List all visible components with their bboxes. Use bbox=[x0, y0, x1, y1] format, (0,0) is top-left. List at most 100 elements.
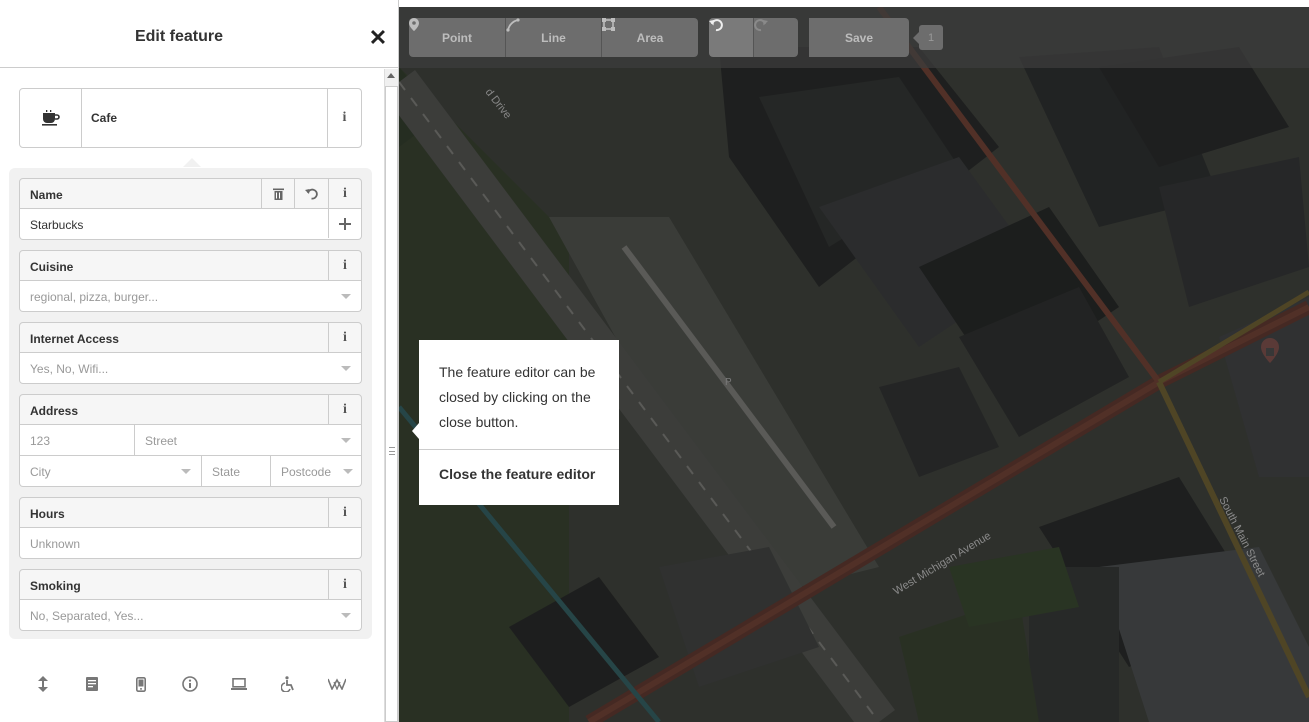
chevron-down-icon bbox=[181, 469, 191, 474]
field-label: Name bbox=[30, 188, 63, 202]
field-info-button[interactable]: i bbox=[328, 498, 361, 527]
trash-icon bbox=[272, 188, 284, 200]
undo-field-button[interactable] bbox=[294, 179, 327, 208]
street-combo[interactable]: Street bbox=[135, 425, 361, 455]
close-button[interactable]: ✕ bbox=[364, 24, 392, 52]
scrollbar-thumb[interactable] bbox=[385, 86, 398, 722]
field-internet-access: Internet Access i Yes, No, Wifi... bbox=[19, 322, 362, 384]
save-button[interactable]: Save bbox=[809, 18, 909, 57]
housenumber-input[interactable]: 123 bbox=[20, 425, 135, 455]
smoking-combo[interactable]: No, Separated, Yes... bbox=[19, 600, 362, 631]
add-localized-name-button[interactable] bbox=[328, 209, 361, 238]
info-icon: i bbox=[343, 401, 347, 417]
field-name: Name i Starbucks bbox=[19, 178, 362, 240]
laptop-icon[interactable] bbox=[224, 669, 254, 699]
field-label-bar: Address i bbox=[19, 394, 362, 425]
walkthrough-tooltip: The feature editor can be closed by clic… bbox=[412, 340, 619, 505]
point-marker-icon bbox=[409, 18, 419, 31]
field-smoking: Smoking i No, Separated, Yes... bbox=[19, 569, 362, 631]
field-hours: Hours i Unknown bbox=[19, 497, 362, 559]
close-icon: ✕ bbox=[368, 25, 388, 50]
delete-field-button[interactable] bbox=[261, 179, 294, 208]
area-label: Area bbox=[636, 30, 664, 45]
info-circle-icon[interactable] bbox=[175, 669, 205, 699]
edit-count-badge: 1 bbox=[913, 25, 943, 50]
cuisine-placeholder: regional, pizza, burger... bbox=[30, 290, 159, 304]
field-label: Hours bbox=[30, 507, 65, 521]
preset-info-button[interactable]: i bbox=[327, 89, 361, 147]
undo-button[interactable] bbox=[709, 18, 753, 57]
info-icon: i bbox=[343, 257, 347, 273]
state-input[interactable]: State bbox=[202, 456, 271, 486]
save-label: Save bbox=[844, 30, 874, 45]
hours-input[interactable]: Unknown bbox=[19, 528, 362, 559]
field-address: Address i 123 Street City State Postcode bbox=[19, 394, 362, 487]
preset-label: Cafe bbox=[91, 111, 118, 125]
info-icon: i bbox=[343, 185, 347, 201]
point-label: Point bbox=[442, 30, 472, 45]
postcode-combo[interactable]: Postcode bbox=[271, 456, 361, 486]
cafe-cup-icon bbox=[20, 89, 82, 147]
line-label: Line bbox=[541, 30, 566, 45]
city-combo[interactable]: City bbox=[20, 456, 202, 486]
undo-icon bbox=[304, 188, 318, 200]
field-info-button[interactable]: i bbox=[328, 251, 361, 280]
field-cuisine: Cuisine i regional, pizza, burger... bbox=[19, 250, 362, 312]
chevron-down-icon bbox=[341, 613, 351, 618]
preset-selector[interactable]: Cafe i bbox=[19, 88, 362, 148]
map-toolbar: Point Line Area Save 1 bbox=[399, 7, 1309, 68]
hours-placeholder: Unknown bbox=[30, 537, 81, 551]
mobile-icon[interactable] bbox=[126, 669, 156, 699]
field-label-bar: Cuisine i bbox=[19, 250, 362, 281]
note-icon[interactable] bbox=[77, 669, 107, 699]
smoking-placeholder: No, Separated, Yes... bbox=[30, 609, 144, 623]
wikipedia-icon[interactable] bbox=[322, 669, 352, 699]
field-label: Address bbox=[30, 404, 79, 418]
street-placeholder: Street bbox=[145, 434, 178, 448]
close-feature-editor-action[interactable]: Close the feature editor bbox=[419, 450, 619, 505]
feature-editor-sidebar: Edit feature ✕ Cafe i Name i Starbucks C… bbox=[0, 0, 399, 722]
field-info-button[interactable]: i bbox=[328, 395, 361, 424]
field-label: Cuisine bbox=[30, 260, 74, 274]
info-icon: i bbox=[342, 110, 347, 125]
more-fields-icons bbox=[19, 669, 362, 699]
cuisine-combo[interactable]: regional, pizza, burger... bbox=[19, 281, 362, 312]
city-placeholder: City bbox=[30, 465, 51, 479]
chevron-down-icon bbox=[343, 469, 353, 474]
add-point-button[interactable]: Point bbox=[409, 18, 505, 57]
name-value: Starbucks bbox=[30, 218, 84, 232]
field-label-bar: Hours i bbox=[19, 497, 362, 528]
scroll-up-arrow[interactable] bbox=[387, 73, 395, 78]
housenumber-placeholder: 123 bbox=[30, 434, 51, 448]
address-row-1: 123 Street bbox=[19, 425, 362, 456]
info-icon: i bbox=[343, 329, 347, 345]
info-icon: i bbox=[343, 504, 347, 520]
chevron-down-icon bbox=[341, 294, 351, 299]
field-label-bar: Name i bbox=[19, 178, 362, 209]
field-label-bar: Smoking i bbox=[19, 569, 362, 600]
field-info-button[interactable]: i bbox=[328, 570, 361, 599]
field-label-bar: Internet Access i bbox=[19, 322, 362, 353]
wheelchair-icon[interactable] bbox=[273, 669, 303, 699]
sidebar-body: Cafe i Name i Starbucks Cuisine i region… bbox=[0, 69, 384, 722]
area-icon bbox=[602, 18, 615, 31]
name-input[interactable]: Starbucks bbox=[19, 209, 362, 240]
field-label: Smoking bbox=[30, 579, 81, 593]
state-placeholder: State bbox=[212, 465, 241, 479]
add-line-button[interactable]: Line bbox=[505, 18, 601, 57]
internet-placeholder: Yes, No, Wifi... bbox=[30, 362, 109, 376]
field-info-button[interactable]: i bbox=[328, 179, 361, 208]
redo-button[interactable] bbox=[753, 18, 798, 57]
scroll-grip bbox=[389, 447, 395, 455]
internet-access-combo[interactable]: Yes, No, Wifi... bbox=[19, 353, 362, 384]
field-info-button[interactable]: i bbox=[328, 323, 361, 352]
plus-icon bbox=[339, 217, 351, 230]
sidebar-title: Edit feature bbox=[134, 28, 223, 45]
line-icon bbox=[506, 18, 520, 32]
tooltip-text: The feature editor can be closed by clic… bbox=[419, 340, 619, 450]
add-area-button[interactable]: Area bbox=[601, 18, 698, 57]
preset-caret bbox=[183, 158, 201, 167]
sidebar-scrollbar[interactable] bbox=[384, 69, 398, 722]
chevron-down-icon bbox=[341, 438, 351, 443]
expand-vertical-icon[interactable] bbox=[28, 669, 58, 699]
